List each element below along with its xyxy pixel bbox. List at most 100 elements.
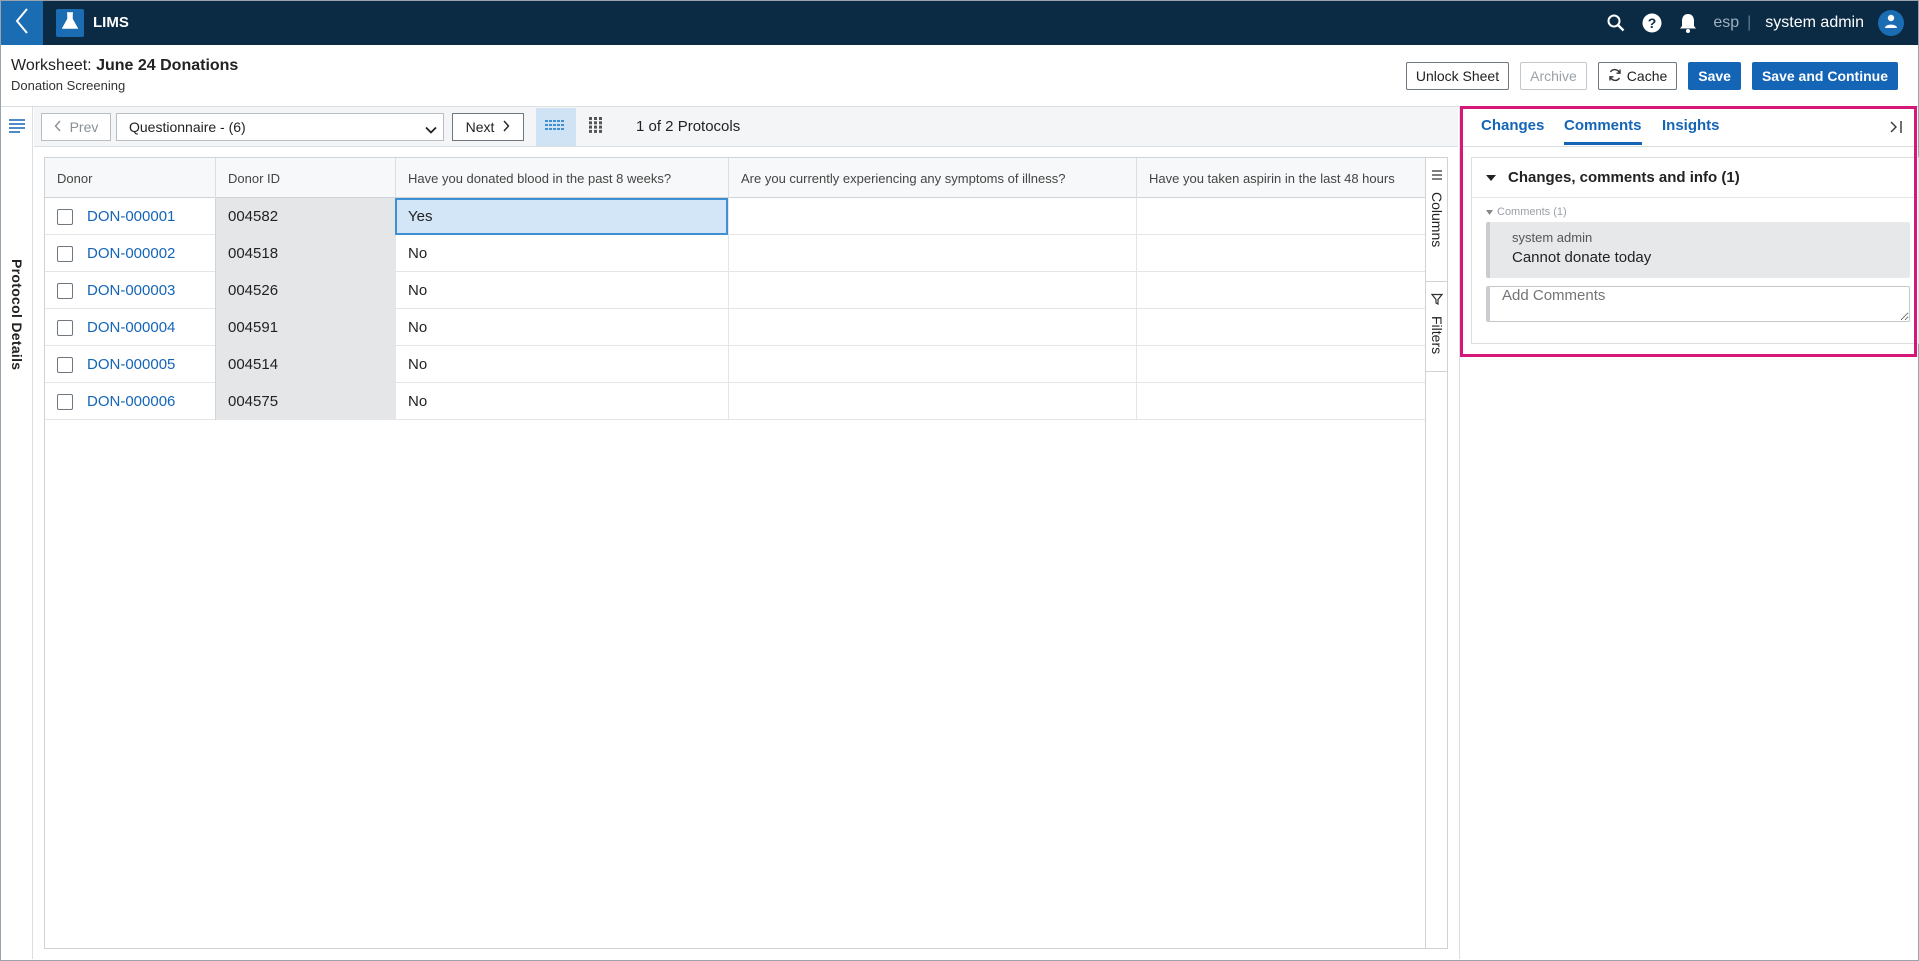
nav-separator: | [1747,14,1752,31]
comments-section-header[interactable]: Changes, comments and info (1) [1472,158,1918,198]
q1-cell[interactable]: No [395,272,728,309]
q2-cell[interactable] [728,346,1136,383]
comments-count-label: Comments (1) [1497,206,1567,218]
help-icon[interactable]: ? [1641,12,1663,34]
column-header-q2[interactable]: Are you currently experiencing any sympt… [728,158,1136,198]
unlock-sheet-button[interactable]: Unlock Sheet [1405,62,1510,90]
grid-view-button[interactable] [536,108,576,146]
q1-cell[interactable]: No [395,309,728,346]
q1-cell[interactable]: Yes [395,198,728,235]
q3-cell[interactable] [1136,346,1425,383]
top-nav-bar: LIMS ? esp | system admin [1,1,1918,45]
protocol-toolbar: Prev Questionnaire - (6) Next 1 of 2 Pro… [34,107,1458,147]
q2-cell[interactable] [728,198,1136,235]
svg-text:?: ? [1648,15,1657,31]
archive-button[interactable]: Archive [1520,62,1587,90]
filters-tab-label: Filters [1429,316,1445,355]
donor-cell: DON-000003 [45,272,215,309]
donor-id-cell: 004591 [215,309,395,346]
q1-cell[interactable]: No [395,383,728,420]
sheet-view-icon [589,116,603,138]
q1-cell[interactable]: No [395,235,728,272]
tab-changes[interactable]: Changes [1481,117,1544,142]
donor-link[interactable]: DON-000002 [87,245,175,262]
next-button[interactable]: Next [452,113,524,141]
donor-cell: DON-000001 [45,198,215,235]
worksheet-subtitle: Donation Screening [11,78,126,93]
avatar[interactable] [1878,10,1904,36]
search-icon[interactable] [1605,12,1627,34]
q3-cell[interactable] [1136,272,1425,309]
donor-link[interactable]: DON-000003 [87,282,175,299]
right-panel-tabs: Changes Comments Insights [1460,107,1918,147]
prev-button[interactable]: Prev [41,113,111,141]
comment-author: system admin [1512,230,1593,245]
refresh-icon [1608,68,1622,85]
q2-cell[interactable] [728,235,1136,272]
q1-cell[interactable]: No [395,346,728,383]
donor-link[interactable]: DON-000006 [87,393,175,410]
collapse-panel-icon[interactable] [1888,119,1904,135]
protocol-details-label[interactable]: Protocol Details [9,259,25,370]
row-checkbox[interactable] [57,208,73,225]
q3-cell[interactable] [1136,309,1425,346]
sheet-view-button[interactable] [576,108,616,146]
bell-icon[interactable] [1677,12,1699,34]
q3-cell[interactable] [1136,198,1425,235]
row-checkbox[interactable] [57,393,73,410]
q2-cell[interactable] [728,272,1136,309]
row-checkbox[interactable] [57,245,73,262]
caret-down-icon [1486,169,1496,186]
donor-link[interactable]: DON-000004 [87,319,175,336]
user-icon [1883,13,1899,34]
grid-header-row: Donor Donor ID Have you donated blood in… [45,158,1425,198]
comments-count-toggle[interactable]: Comments (1) [1486,206,1567,218]
worksheet-prefix: Worksheet: [11,57,97,74]
donor-id-cell: 004518 [215,235,395,272]
app-logo[interactable] [56,9,84,37]
donor-id-cell: 004526 [215,272,395,309]
back-button[interactable] [1,1,43,45]
table-row: DON-000004 004591 No [45,309,1425,346]
column-header-q3[interactable]: Have you taken aspirin in the last 48 ho… [1136,158,1425,198]
donor-cell: DON-000005 [45,346,215,383]
donor-id-cell: 004582 [215,198,395,235]
q2-cell[interactable] [728,383,1136,420]
filters-tab[interactable]: Filters [1426,282,1448,372]
protocol-details-rail: Protocol Details [1,107,33,959]
back-chevron-icon [14,7,30,40]
list-icon[interactable] [8,118,26,134]
donor-cell: DON-000002 [45,235,215,272]
donor-id-cell: 004575 [215,383,395,420]
flask-icon [61,11,79,35]
tab-insights[interactable]: Insights [1662,117,1720,142]
column-header-q1[interactable]: Have you donated blood in the past 8 wee… [395,158,728,198]
comment-text: Cannot donate today [1512,249,1652,266]
column-header-donor-id[interactable]: Donor ID [215,158,395,198]
q3-cell[interactable] [1136,383,1425,420]
comment-item: system admin Cannot donate today [1486,222,1910,278]
donor-cell: DON-000004 [45,309,215,346]
row-checkbox[interactable] [57,356,73,373]
user-name[interactable]: system admin [1765,14,1864,32]
data-grid: Donor Donor ID Have you donated blood in… [44,157,1448,949]
row-checkbox[interactable] [57,282,73,299]
protocol-count: 1 of 2 Protocols [636,118,741,135]
save-button[interactable]: Save [1688,62,1741,90]
table-row: DON-000002 004518 No [45,235,1425,272]
column-header-donor[interactable]: Donor [45,158,215,198]
comments-section: Changes, comments and info (1) Comments … [1471,157,1919,344]
q3-cell[interactable] [1136,235,1425,272]
donor-link[interactable]: DON-000005 [87,356,175,373]
protocol-select[interactable]: Questionnaire - (6) [116,113,444,141]
columns-tab[interactable]: Columns [1426,158,1448,282]
row-checkbox[interactable] [57,319,73,336]
add-comment-input[interactable] [1486,286,1910,322]
q2-cell[interactable] [728,309,1136,346]
donor-id-cell: 004514 [215,346,395,383]
save-and-continue-button[interactable]: Save and Continue [1751,62,1898,90]
cache-button[interactable]: Cache [1597,62,1678,90]
tab-comments[interactable]: Comments [1564,117,1642,145]
donor-link[interactable]: DON-000001 [87,208,175,225]
chevron-left-icon [54,119,62,135]
